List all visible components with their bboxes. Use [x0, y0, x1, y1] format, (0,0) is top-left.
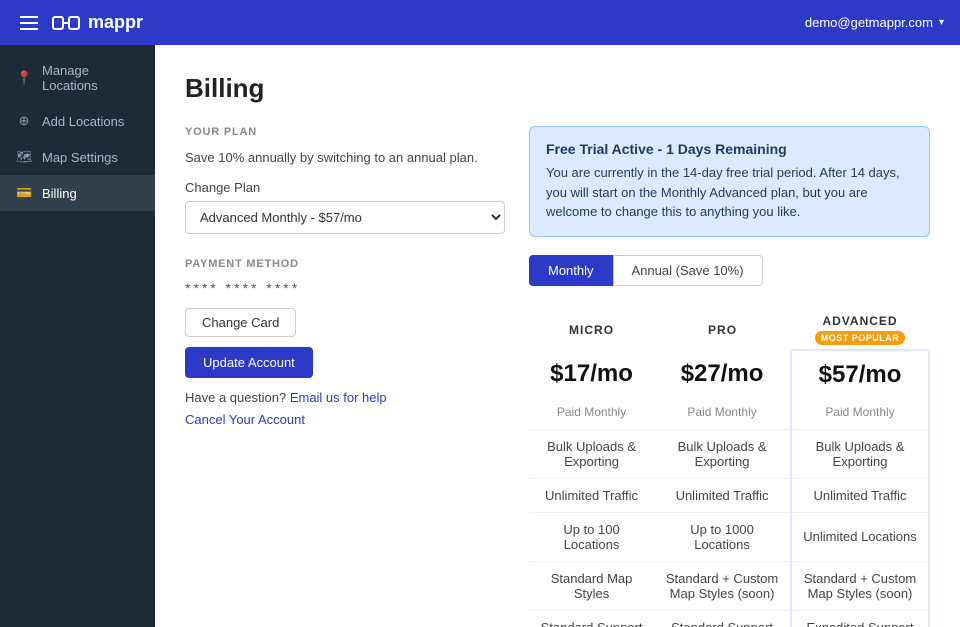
advanced-paid: Paid Monthly — [791, 397, 929, 430]
email-help-link[interactable]: Email us for help — [290, 390, 387, 405]
sidebar-item-label: Map Settings — [42, 150, 118, 165]
feature-cell-2-2: Unlimited Locations — [791, 512, 929, 561]
map-icon: 🗺 — [16, 149, 32, 165]
feature-row: Standard SupportStandard SupportExpedite… — [529, 610, 929, 627]
feature-cell-2-1: Up to 1000 Locations — [654, 512, 791, 561]
sidebar: 📍 Manage Locations ⊕ Add Locations 🗺 Map… — [0, 45, 155, 627]
sidebar-item-label: Manage Locations — [42, 63, 139, 93]
cancel-account-link[interactable]: Cancel Your Account — [185, 412, 305, 427]
feature-cell-3-1: Standard + Custom Map Styles (soon) — [654, 561, 791, 610]
sidebar-item-label: Billing — [42, 186, 77, 201]
feature-row: Standard Map StylesStandard + Custom Map… — [529, 561, 929, 610]
top-navigation: mappr demo@getmappr.com ▾ — [0, 0, 960, 45]
micro-paid: Paid Monthly — [529, 397, 654, 430]
billing-grid: YOUR PLAN Save 10% annually by switching… — [185, 126, 930, 627]
sidebar-item-map-settings[interactable]: 🗺 Map Settings — [0, 139, 155, 175]
plan-section: YOUR PLAN Save 10% annually by switching… — [185, 126, 505, 627]
advanced-price: $57/mo — [791, 350, 929, 397]
feature-cell-4-1: Standard Support — [654, 610, 791, 627]
page-title: Billing — [185, 73, 930, 104]
sidebar-item-manage-locations[interactable]: 📍 Manage Locations — [0, 53, 155, 103]
change-card-button[interactable]: Change Card — [185, 308, 296, 337]
topnav-left: mappr — [16, 12, 143, 34]
add-icon: ⊕ — [16, 113, 32, 129]
help-text: Have a question? Email us for help — [185, 390, 505, 405]
pro-col-header: PRO — [654, 306, 791, 350]
feature-row: Unlimited TrafficUnlimited TrafficUnlimi… — [529, 478, 929, 512]
plans-header-row: MICRO PRO ADVANCED MOST POPULAR — [529, 306, 929, 350]
feature-cell-3-2: Standard + Custom Map Styles (soon) — [791, 561, 929, 610]
card-dots: **** **** **** — [185, 280, 505, 296]
annual-toggle-button[interactable]: Annual (Save 10%) — [613, 255, 763, 286]
price-row: $17/mo $27/mo $57/mo — [529, 350, 929, 397]
most-popular-badge: MOST POPULAR — [815, 331, 906, 345]
change-plan-label: Change Plan — [185, 180, 505, 195]
payment-method-label: PAYMENT METHOD — [185, 258, 505, 270]
feature-cell-1-0: Unlimited Traffic — [529, 478, 654, 512]
feature-cell-2-0: Up to 100 Locations — [529, 512, 654, 561]
user-menu[interactable]: demo@getmappr.com ▾ — [805, 15, 944, 30]
feature-cell-1-2: Unlimited Traffic — [791, 478, 929, 512]
micro-col-header: MICRO — [529, 306, 654, 350]
advanced-col-header: ADVANCED MOST POPULAR — [791, 306, 929, 350]
payment-section: PAYMENT METHOD **** **** **** Change Car… — [185, 258, 505, 427]
your-plan-label: YOUR PLAN — [185, 126, 505, 138]
pro-paid: Paid Monthly — [654, 397, 791, 430]
logo-icon — [52, 12, 80, 34]
billing-toggle: Monthly Annual (Save 10%) — [529, 255, 930, 286]
feature-cell-0-2: Bulk Uploads & Exporting — [791, 429, 929, 478]
paid-monthly-row: Paid Monthly Paid Monthly Paid Monthly — [529, 397, 929, 430]
billing-icon: 💳 — [16, 185, 32, 201]
feature-cell-4-2: Expedited Support — [791, 610, 929, 627]
monthly-toggle-button[interactable]: Monthly — [529, 255, 613, 286]
save-text: Save 10% annually by switching to an ann… — [185, 148, 505, 168]
app-name: mappr — [88, 12, 143, 33]
sidebar-item-billing[interactable]: 💳 Billing — [0, 175, 155, 211]
feature-cell-0-0: Bulk Uploads & Exporting — [529, 429, 654, 478]
sidebar-item-add-locations[interactable]: ⊕ Add Locations — [0, 103, 155, 139]
chevron-down-icon: ▾ — [939, 17, 944, 28]
feature-row: Up to 100 LocationsUp to 1000 LocationsU… — [529, 512, 929, 561]
plans-section: Free Trial Active - 1 Days Remaining You… — [529, 126, 930, 627]
feature-cell-1-1: Unlimited Traffic — [654, 478, 791, 512]
micro-price: $17/mo — [529, 350, 654, 397]
app-logo: mappr — [52, 12, 143, 34]
feature-cell-0-1: Bulk Uploads & Exporting — [654, 429, 791, 478]
trial-banner: Free Trial Active - 1 Days Remaining You… — [529, 126, 930, 237]
sidebar-item-label: Add Locations — [42, 114, 124, 129]
pro-price: $27/mo — [654, 350, 791, 397]
feature-cell-3-0: Standard Map Styles — [529, 561, 654, 610]
update-account-button[interactable]: Update Account — [185, 347, 313, 378]
plan-select[interactable]: Advanced Monthly - $57/moMicro Monthly -… — [185, 201, 505, 234]
trial-banner-title: Free Trial Active - 1 Days Remaining — [546, 141, 913, 157]
plans-table: MICRO PRO ADVANCED MOST POPULAR $17/mo $… — [529, 306, 930, 627]
location-pin-icon: 📍 — [16, 70, 32, 86]
trial-banner-text: You are currently in the 14-day free tri… — [546, 163, 913, 222]
app-body: 📍 Manage Locations ⊕ Add Locations 🗺 Map… — [0, 45, 960, 627]
feature-row: Bulk Uploads & ExportingBulk Uploads & E… — [529, 429, 929, 478]
main-content: Billing YOUR PLAN Save 10% annually by s… — [155, 45, 960, 627]
feature-cell-4-0: Standard Support — [529, 610, 654, 627]
user-email: demo@getmappr.com — [805, 15, 933, 30]
hamburger-menu[interactable] — [16, 12, 42, 34]
